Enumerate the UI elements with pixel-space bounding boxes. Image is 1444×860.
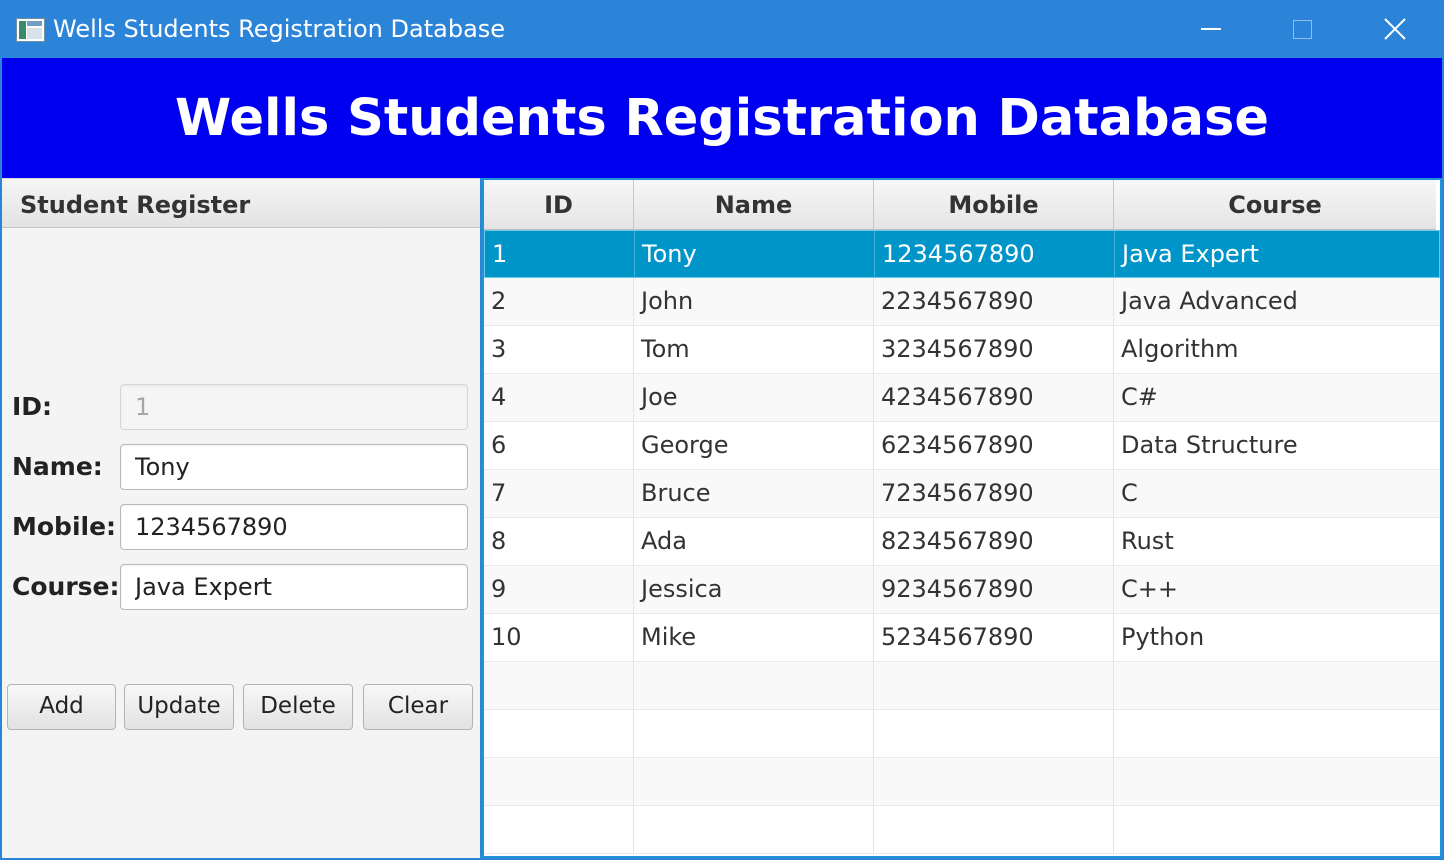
table-row[interactable]: 8 Ada 8234567890 Rust bbox=[484, 518, 1440, 566]
table-row[interactable]: 3 Tom 3234567890 Algorithm bbox=[484, 326, 1440, 374]
cell-name: Tony bbox=[635, 231, 875, 279]
cell-course: Rust bbox=[1114, 518, 1440, 566]
mobile-field[interactable] bbox=[120, 504, 468, 550]
table-row[interactable]: 2 John 2234567890 Java Advanced bbox=[484, 278, 1440, 326]
name-label: Name: bbox=[12, 452, 103, 481]
cell-name: Bruce bbox=[634, 470, 874, 518]
course-field[interactable] bbox=[120, 564, 468, 610]
table-row[interactable]: 4 Joe 4234567890 C# bbox=[484, 374, 1440, 422]
cell-mobile: 6234567890 bbox=[874, 422, 1114, 470]
cell-name: Joe bbox=[634, 374, 874, 422]
close-icon bbox=[1384, 18, 1406, 40]
cell-name bbox=[634, 710, 874, 758]
minimize-icon bbox=[1201, 28, 1221, 30]
cell-mobile bbox=[874, 710, 1114, 758]
cell-id bbox=[484, 806, 634, 854]
mobile-label: Mobile: bbox=[12, 512, 117, 541]
empty-table-row[interactable] bbox=[484, 806, 1440, 854]
cell-name bbox=[634, 758, 874, 806]
cell-id: 3 bbox=[484, 326, 634, 374]
cell-mobile: 2234567890 bbox=[874, 278, 1114, 326]
cell-name: Jessica bbox=[634, 566, 874, 614]
cell-mobile: 7234567890 bbox=[874, 470, 1114, 518]
students-table[interactable]: ID Name Mobile Course 1 Tony 1234567890 Jav… bbox=[482, 178, 1442, 858]
cell-course: C++ bbox=[1114, 566, 1440, 614]
cell-mobile bbox=[874, 758, 1114, 806]
cell-id bbox=[484, 758, 634, 806]
cell-name bbox=[634, 806, 874, 854]
app-icon bbox=[16, 18, 45, 42]
cell-mobile bbox=[874, 806, 1114, 854]
cell-course bbox=[1114, 710, 1440, 758]
cell-course: C# bbox=[1114, 374, 1440, 422]
cell-id: 2 bbox=[484, 278, 634, 326]
window-title: Wells Students Registration Database bbox=[53, 15, 506, 43]
table-row[interactable]: 1 Tony 1234567890 Java Expert bbox=[484, 230, 1441, 279]
cell-mobile: 3234567890 bbox=[874, 326, 1114, 374]
cell-course: Data Structure bbox=[1114, 422, 1440, 470]
cell-course bbox=[1114, 662, 1440, 710]
cell-name: Ada bbox=[634, 518, 874, 566]
column-header-name[interactable]: Name bbox=[634, 180, 874, 230]
cell-course bbox=[1114, 758, 1440, 806]
student-register-panel: Student Register ID: Name: Mobile: Cours… bbox=[2, 178, 480, 858]
close-button[interactable] bbox=[1348, 0, 1440, 58]
table-row[interactable]: 6 George 6234567890 Data Structure bbox=[484, 422, 1440, 470]
delete-button[interactable]: Delete bbox=[243, 684, 353, 730]
table-row[interactable]: 9 Jessica 9234567890 C++ bbox=[484, 566, 1440, 614]
cell-course: Python bbox=[1114, 614, 1440, 662]
cell-id: 4 bbox=[484, 374, 634, 422]
add-button[interactable]: Add bbox=[7, 684, 116, 730]
cell-mobile: 8234567890 bbox=[874, 518, 1114, 566]
cell-mobile: 9234567890 bbox=[874, 566, 1114, 614]
cell-id: 1 bbox=[485, 231, 635, 279]
cell-course: C bbox=[1114, 470, 1440, 518]
cell-id: 10 bbox=[484, 614, 634, 662]
table-row[interactable]: 10 Mike 5234567890 Python bbox=[484, 614, 1440, 662]
panel-header: Student Register bbox=[2, 178, 480, 228]
cell-id bbox=[484, 662, 634, 710]
cell-course: Algorithm bbox=[1114, 326, 1440, 374]
empty-table-row[interactable] bbox=[484, 710, 1440, 758]
column-header-mobile[interactable]: Mobile bbox=[874, 180, 1114, 230]
cell-id: 6 bbox=[484, 422, 634, 470]
column-header-id[interactable]: ID bbox=[484, 180, 634, 230]
cell-name: John bbox=[634, 278, 874, 326]
app-window: Wells Students Registration Database Wel… bbox=[0, 0, 1444, 860]
cell-name: Tom bbox=[634, 326, 874, 374]
maximize-icon bbox=[1293, 20, 1312, 39]
name-field[interactable] bbox=[120, 444, 468, 490]
cell-name: George bbox=[634, 422, 874, 470]
cell-id: 9 bbox=[484, 566, 634, 614]
cell-id: 7 bbox=[484, 470, 634, 518]
page-title: Wells Students Registration Database bbox=[175, 89, 1269, 148]
id-field bbox=[120, 384, 468, 430]
update-button[interactable]: Update bbox=[124, 684, 234, 730]
cell-course: Java Expert bbox=[1115, 231, 1441, 279]
title-bar[interactable]: Wells Students Registration Database bbox=[0, 0, 1444, 58]
cell-id: 8 bbox=[484, 518, 634, 566]
header-banner: Wells Students Registration Database bbox=[2, 58, 1442, 178]
clear-button[interactable]: Clear bbox=[363, 684, 473, 730]
cell-course bbox=[1114, 806, 1440, 854]
table-row[interactable]: 7 Bruce 7234567890 C bbox=[484, 470, 1440, 518]
minimize-button[interactable] bbox=[1164, 0, 1256, 58]
cell-mobile: 1234567890 bbox=[875, 231, 1115, 279]
cell-id bbox=[484, 710, 634, 758]
empty-table-row[interactable] bbox=[484, 758, 1440, 806]
cell-mobile: 5234567890 bbox=[874, 614, 1114, 662]
course-label: Course: bbox=[12, 572, 120, 601]
cell-name bbox=[634, 662, 874, 710]
cell-course: Java Advanced bbox=[1114, 278, 1440, 326]
column-header-course[interactable]: Course bbox=[1114, 180, 1436, 230]
maximize-button[interactable] bbox=[1256, 0, 1348, 58]
cell-mobile bbox=[874, 662, 1114, 710]
cell-mobile: 4234567890 bbox=[874, 374, 1114, 422]
panel-title: Student Register bbox=[20, 191, 251, 219]
empty-table-row[interactable] bbox=[484, 662, 1440, 710]
cell-name: Mike bbox=[634, 614, 874, 662]
id-label: ID: bbox=[12, 392, 53, 421]
